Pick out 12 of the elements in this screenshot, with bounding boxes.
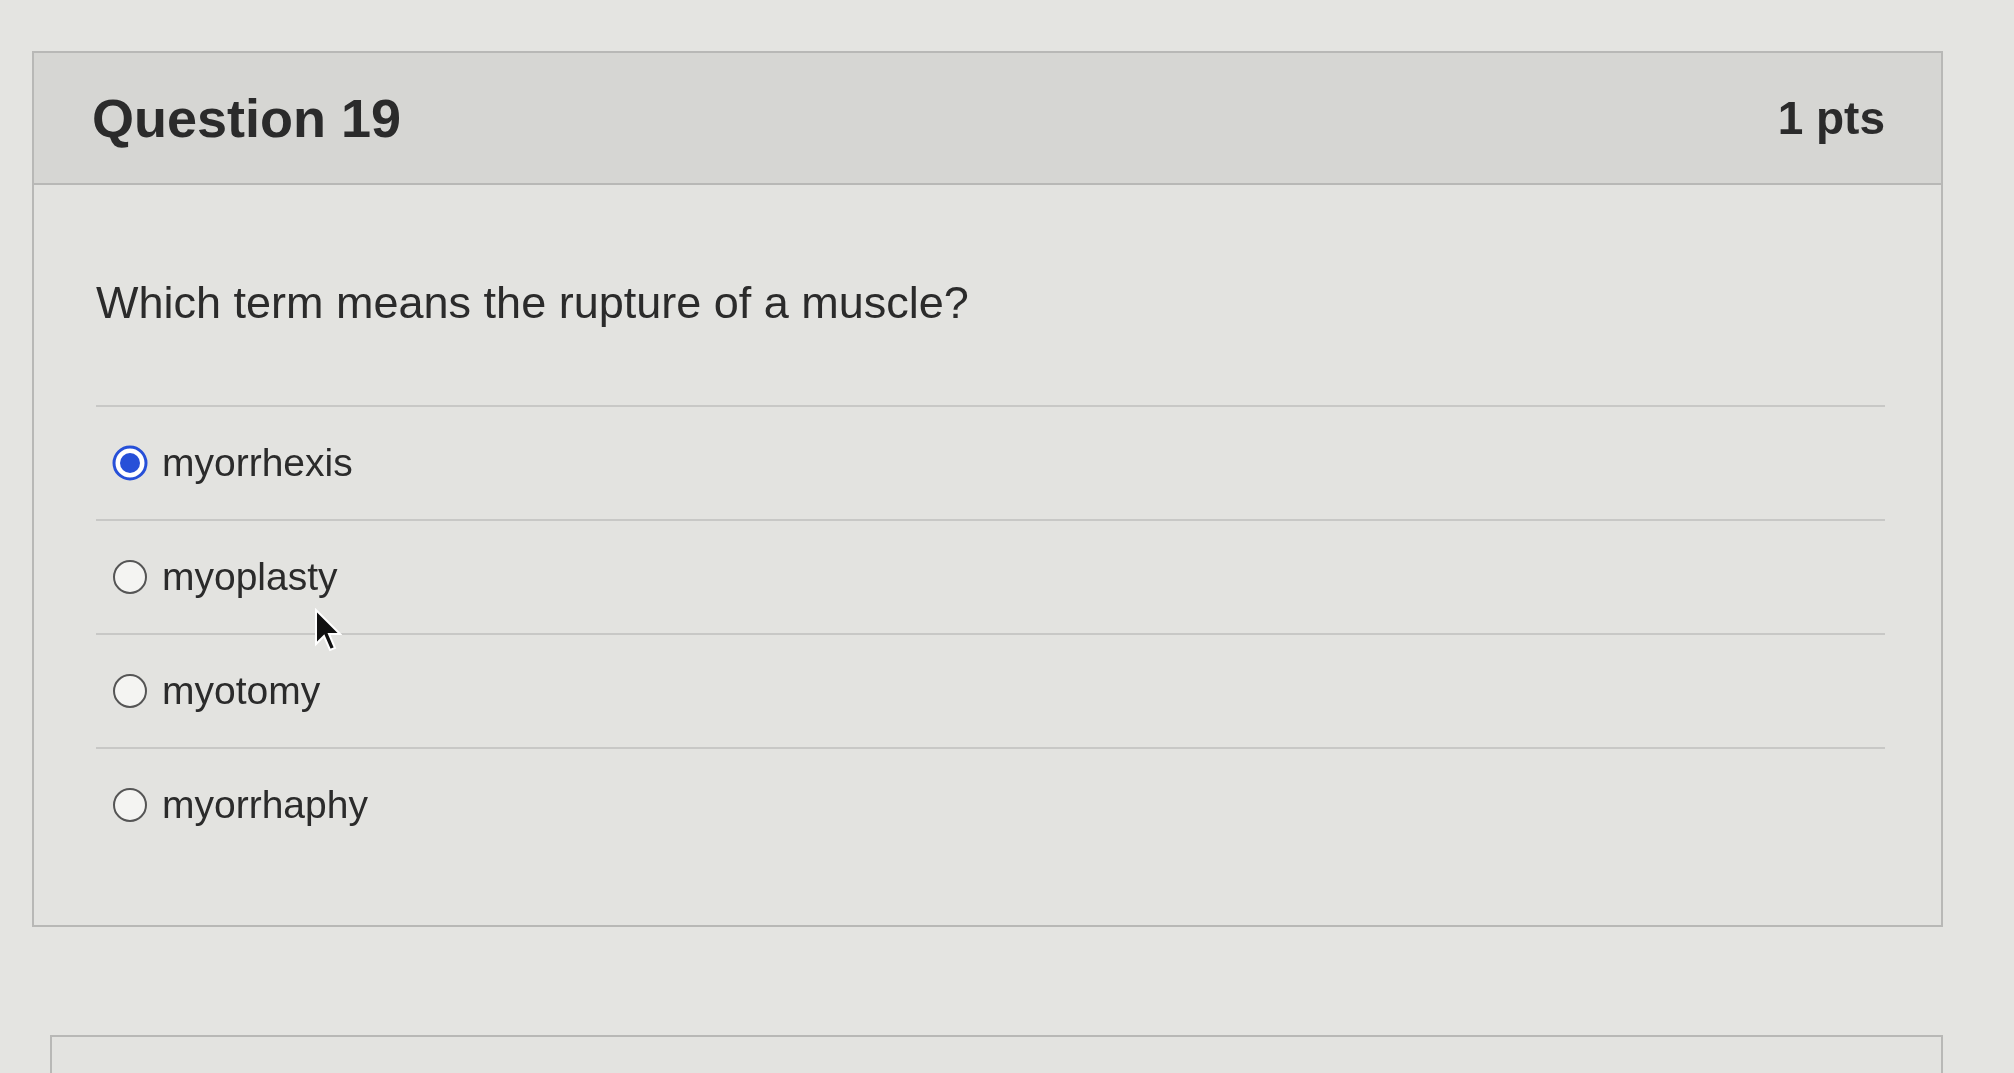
question-title: Question 19	[92, 87, 402, 149]
radio-button[interactable]	[112, 559, 148, 595]
radio-button[interactable]	[112, 787, 148, 823]
radio-button[interactable]	[112, 445, 148, 481]
answer-label[interactable]: myorrhexis	[162, 441, 353, 485]
mouse-pointer-icon	[314, 608, 342, 654]
answer-label[interactable]: myoplasty	[162, 555, 338, 599]
radio-button[interactable]	[112, 673, 148, 709]
answer-label[interactable]: myotomy	[162, 669, 321, 713]
points-label: 1 pts	[1777, 91, 1885, 145]
answer-label[interactable]: myorrhaphy	[162, 783, 368, 827]
question-text: Which term means the rupture of a muscle?	[96, 277, 970, 329]
